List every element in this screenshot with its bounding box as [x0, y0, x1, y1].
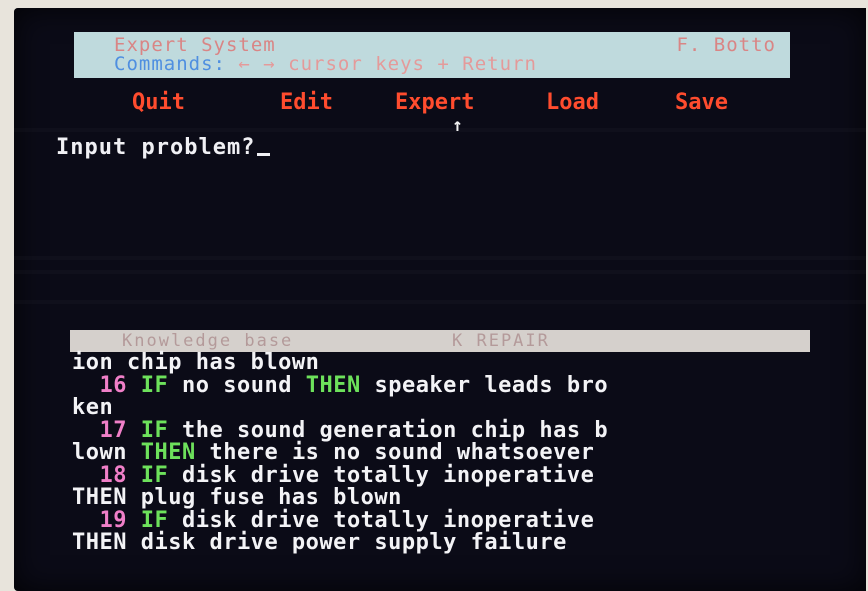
menu-expert[interactable]: Expert	[395, 90, 474, 115]
text-cursor	[257, 153, 271, 156]
rule-17-continuation: lown THEN there is no sound whatsoever	[72, 440, 595, 465]
title-panel: Expert System F. Botto Commands: ← → cur…	[74, 32, 790, 78]
selection-arrow-icon: ↑	[452, 115, 463, 136]
commands-help: ← → cursor keys + Return	[238, 53, 537, 75]
prompt-text: Input problem?	[56, 135, 256, 160]
menu-edit[interactable]: Edit	[280, 90, 333, 115]
rule-continuation: ion chip has blown	[72, 350, 320, 375]
rule-19: 19 IF disk drive totally inoperative	[99, 507, 595, 533]
input-prompt[interactable]: Input problem?	[56, 135, 271, 160]
rule-16: 16 IF no sound THEN speaker leads bro	[99, 372, 609, 398]
author-credit: F. Botto	[676, 34, 776, 56]
rule-18: 18 IF disk drive totally inoperative	[99, 462, 595, 488]
menu-save[interactable]: Save	[675, 90, 728, 115]
kb-name: K REPAIR	[452, 331, 550, 351]
knowledge-base-rules: ion chip has blown 16 IF no sound THEN s…	[72, 350, 832, 555]
kb-label: Knowledge base	[122, 331, 294, 351]
menu-load[interactable]: Load	[546, 90, 599, 115]
rule-17: 17 IF the sound generation chip has b	[99, 417, 609, 443]
rule-18-continuation: THEN plug fuse has blown	[72, 485, 402, 510]
knowledge-base-bar: Knowledge base K REPAIR	[70, 330, 810, 352]
commands-label: Commands:	[114, 53, 226, 75]
rule-19-continuation: THEN disk drive power supply failure	[72, 530, 567, 555]
rule-16-continuation: ken	[72, 395, 114, 420]
menu-quit[interactable]: Quit	[132, 90, 185, 115]
